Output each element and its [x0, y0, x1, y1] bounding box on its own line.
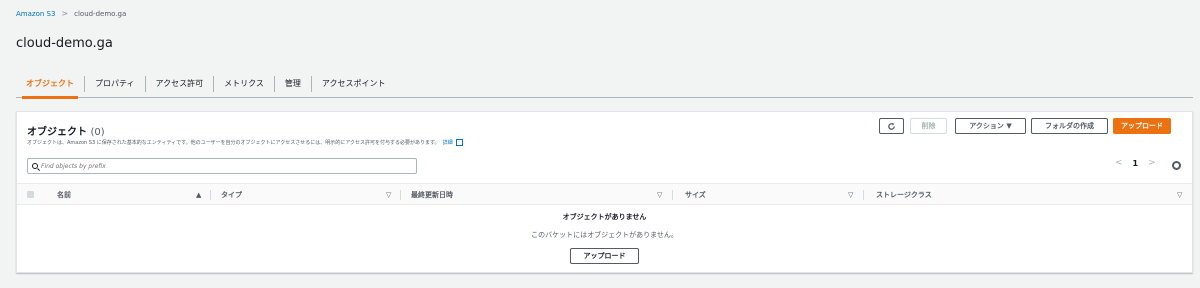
- column-header-last-modified[interactable]: 最終更新日時: [411, 184, 453, 206]
- sort-icon[interactable]: ▽: [657, 184, 662, 206]
- column-label-storage-class: ストレージクラス: [876, 191, 932, 199]
- search-input[interactable]: [41, 162, 401, 170]
- column-divider: [400, 190, 401, 200]
- tab-bar: オブジェクト プロパティ アクセス許可 メトリクス 管理 アクセスポイント: [16, 70, 1193, 99]
- actions-dropdown-button[interactable]: アクション ▼: [955, 118, 1026, 134]
- tab-metrics[interactable]: メトリクス: [214, 75, 275, 92]
- chevron-right-icon: >: [61, 9, 69, 18]
- column-label-name: 名前: [57, 191, 71, 199]
- objects-panel: オブジェクト (0) オブジェクトは、Amazon S3 に保存された基本的なエ…: [16, 111, 1193, 273]
- tab-management[interactable]: 管理: [275, 75, 312, 92]
- refresh-icon: [888, 122, 895, 130]
- sort-icon[interactable]: ▽: [848, 184, 853, 206]
- panel-description-text: オブジェクトは、Amazon S3 に保存された基本的なエンティティです。他のユ…: [27, 140, 440, 146]
- column-divider: [210, 190, 211, 200]
- sort-icon[interactable]: ▽: [386, 184, 391, 206]
- current-page-number[interactable]: 1: [1133, 159, 1139, 168]
- column-label-last-modified: 最終更新日時: [411, 191, 453, 199]
- tab-properties[interactable]: プロパティ: [85, 75, 146, 92]
- column-divider: [863, 190, 864, 200]
- delete-button[interactable]: 削除: [910, 118, 947, 134]
- column-label-type: タイプ: [221, 191, 242, 199]
- empty-state-title: オブジェクトがありません: [562, 213, 647, 221]
- settings-icon[interactable]: [1172, 161, 1181, 170]
- next-page-icon[interactable]: >: [1148, 158, 1156, 168]
- table-header: 名前 ▲ タイプ ▽ 最終更新日時 ▽ サイズ ▽ ストレージクラス ▽: [17, 183, 1192, 205]
- breadcrumb-link-s3[interactable]: Amazon S3: [16, 10, 55, 18]
- column-header-size[interactable]: サイズ: [685, 184, 706, 206]
- page-title: cloud-demo.ga: [16, 36, 113, 51]
- panel-title: オブジェクト (0): [27, 123, 105, 138]
- info-link[interactable]: 詳細: [443, 139, 453, 146]
- column-header-storage-class[interactable]: ストレージクラス: [876, 184, 932, 206]
- object-count: (0): [90, 127, 105, 138]
- sort-ascending-icon[interactable]: ▲: [196, 184, 201, 206]
- empty-state-description: このバケットにはオブジェクトがありません。: [531, 231, 678, 239]
- panel-description: オブジェクトは、Amazon S3 に保存された基本的なエンティティです。他のユ…: [27, 139, 463, 146]
- search-icon: [32, 163, 38, 169]
- refresh-button[interactable]: [879, 118, 904, 134]
- tab-access-points[interactable]: アクセスポイント: [312, 76, 396, 92]
- select-all-checkbox[interactable]: [27, 191, 34, 198]
- tab-objects[interactable]: オブジェクト: [16, 75, 85, 99]
- panel-title-text: オブジェクト: [27, 127, 87, 138]
- empty-state-upload-button[interactable]: アップロード: [570, 248, 639, 264]
- previous-page-icon[interactable]: <: [1115, 158, 1123, 168]
- sort-icon[interactable]: ▽: [1177, 184, 1182, 206]
- column-label-size: サイズ: [685, 191, 706, 199]
- breadcrumb: Amazon S3 > cloud-demo.ga: [16, 9, 126, 18]
- create-folder-button[interactable]: フォルダの作成: [1031, 118, 1108, 134]
- external-link-icon: [455, 139, 463, 146]
- breadcrumb-current: cloud-demo.ga: [74, 9, 127, 18]
- upload-button[interactable]: アップロード: [1113, 118, 1171, 134]
- pagination: < 1 >: [1115, 158, 1156, 168]
- tab-permissions[interactable]: アクセス許可: [146, 75, 215, 92]
- column-header-type[interactable]: タイプ: [221, 184, 242, 206]
- search-box: [27, 158, 417, 174]
- column-divider: [672, 190, 673, 200]
- column-header-name[interactable]: 名前: [57, 184, 71, 206]
